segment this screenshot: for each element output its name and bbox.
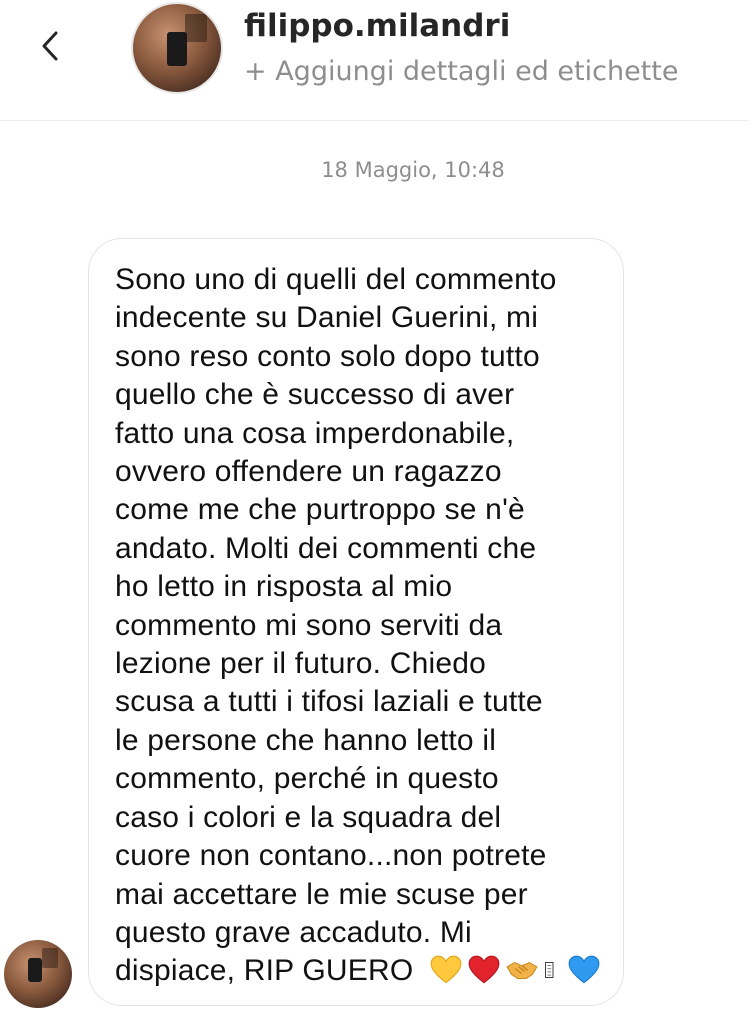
- message-line: come me che purtroppo se n'è: [115, 493, 525, 527]
- message-line: ovvero offendere un ragazzo: [115, 455, 502, 489]
- message-timestamp: 18 Maggio, 10:48: [321, 158, 505, 182]
- message-last-line: dispiace, RIP GUERO: [115, 952, 601, 990]
- message-line: sono reso conto solo dopo tutto: [115, 339, 540, 373]
- message-line-text: dispiace, RIP GUERO: [115, 954, 414, 988]
- message-line: le persone che hanno letto il: [115, 723, 497, 757]
- sender-avatar[interactable]: [4, 940, 72, 1008]
- profile-avatar[interactable]: [131, 2, 223, 94]
- back-button[interactable]: [28, 22, 72, 70]
- red-heart-icon: [468, 956, 500, 984]
- username[interactable]: filippo.milandri: [244, 8, 510, 44]
- chat-header: filippo.milandri + Aggiungi dettagli ed …: [0, 0, 749, 121]
- message-line: lezione per il futuro. Chiedo: [115, 647, 487, 681]
- message-bubble[interactable]: Sono uno di quelli del commento indecent…: [88, 238, 624, 1006]
- emoji-row: [429, 953, 601, 987]
- blue-heart-icon: [568, 956, 600, 984]
- message-line: cuore non contano...non potrete: [115, 839, 547, 873]
- handshake-icon: [506, 962, 538, 980]
- message-line: questo grave accaduto. Mi: [115, 915, 472, 949]
- message-line: fatto una cosa imperdonabile,: [115, 416, 515, 450]
- message-line: commento mi sono serviti da: [115, 608, 503, 642]
- chevron-left-icon: [42, 31, 58, 61]
- missing-glyph-icon: [545, 962, 554, 979]
- message-line: Sono uno di quelli del commento: [115, 263, 557, 296]
- message-line: ho letto in risposta al mio: [115, 570, 453, 604]
- message-line: commento, perché in questo: [115, 762, 499, 796]
- message-line: scusa a tutti i tifosi laziali e tutte: [115, 685, 543, 719]
- message-line: quello che è successo di aver: [115, 378, 515, 412]
- message-text: Sono uno di quelli del commento indecent…: [115, 261, 601, 991]
- message-line: mai accettare le mie scuse per: [115, 877, 528, 911]
- message-line: caso i colori e la squadra del: [115, 800, 502, 834]
- message-line: andato. Molti dei commenti che: [115, 531, 537, 565]
- yellow-heart-icon: [430, 956, 462, 984]
- add-details-link[interactable]: + Aggiungi dettagli ed etichette: [244, 56, 678, 87]
- message-line: indecente su Daniel Guerini, mi: [115, 301, 539, 335]
